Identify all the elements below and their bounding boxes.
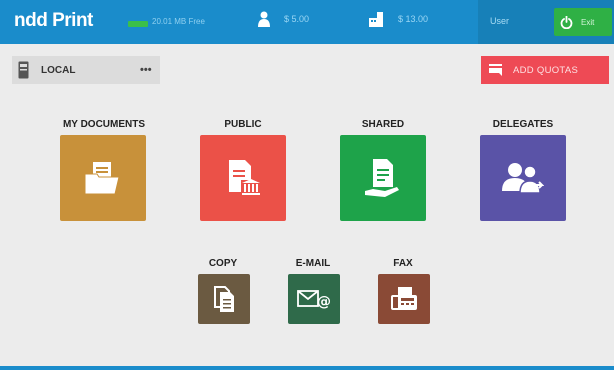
app-logo: ndd Print (14, 10, 93, 31)
exit-label: Exit (581, 17, 595, 27)
add-quotas-label: ADD QUOTAS (513, 64, 579, 76)
power-icon (560, 15, 573, 29)
email-icon: @ (297, 290, 331, 310)
tile-label-public: PUBLIC (224, 119, 262, 130)
action-label-fax: FAX (393, 258, 413, 269)
copy-icon (214, 286, 234, 312)
card-icon (489, 64, 502, 76)
tile-label-delegates: DELEGATES (492, 119, 554, 130)
fax-icon (391, 287, 417, 310)
user-panel: User Exit (478, 0, 614, 44)
folder-document-icon (84, 162, 120, 195)
my-documents-tile[interactable] (60, 135, 146, 221)
copy-tile[interactable] (198, 274, 250, 324)
shared-document-icon (365, 159, 399, 197)
tile-label-my-documents: MY DOCUMENTS (62, 119, 146, 130)
group-balance-value: $ 13.00 (398, 14, 429, 24)
user-balance-value: $ 5.00 (284, 14, 310, 24)
users-icon (502, 163, 544, 194)
tile-label-shared: SHARED (361, 119, 405, 130)
top-bar: ndd Print 20.01 MB Free $ 5.00 $ 13.00 U… (0, 0, 614, 44)
free-space-indicator: 20.01 MB Free (128, 15, 205, 27)
exit-button[interactable]: Exit (554, 8, 612, 36)
location-label: LOCAL (41, 65, 76, 76)
user-name: User (490, 16, 510, 26)
fax-tile[interactable] (378, 274, 430, 324)
svg-text:@: @ (317, 294, 331, 310)
group-balance: $ 13.00 (368, 11, 428, 27)
shared-tile[interactable] (340, 135, 426, 221)
more-options-icon[interactable]: ••• (140, 64, 152, 76)
location-selector[interactable]: LOCAL ••• (12, 56, 160, 84)
delegates-tile[interactable] (480, 135, 566, 221)
email-tile[interactable]: @ (288, 274, 340, 324)
person-icon (258, 11, 270, 27)
ndd-print-screen: ndd Print 20.01 MB Free $ 5.00 $ 13.00 U… (0, 0, 614, 370)
public-tile[interactable] (200, 135, 286, 221)
free-space-text: 20.01 MB Free (152, 16, 205, 26)
storage-icon (128, 21, 148, 27)
add-quotas-button[interactable]: ADD QUOTAS (481, 56, 609, 84)
user-balance: $ 5.00 (258, 11, 309, 27)
bottom-accent-line (0, 366, 614, 370)
building-icon (369, 12, 383, 27)
public-document-icon (229, 160, 261, 196)
printer-device-icon (18, 61, 29, 79)
